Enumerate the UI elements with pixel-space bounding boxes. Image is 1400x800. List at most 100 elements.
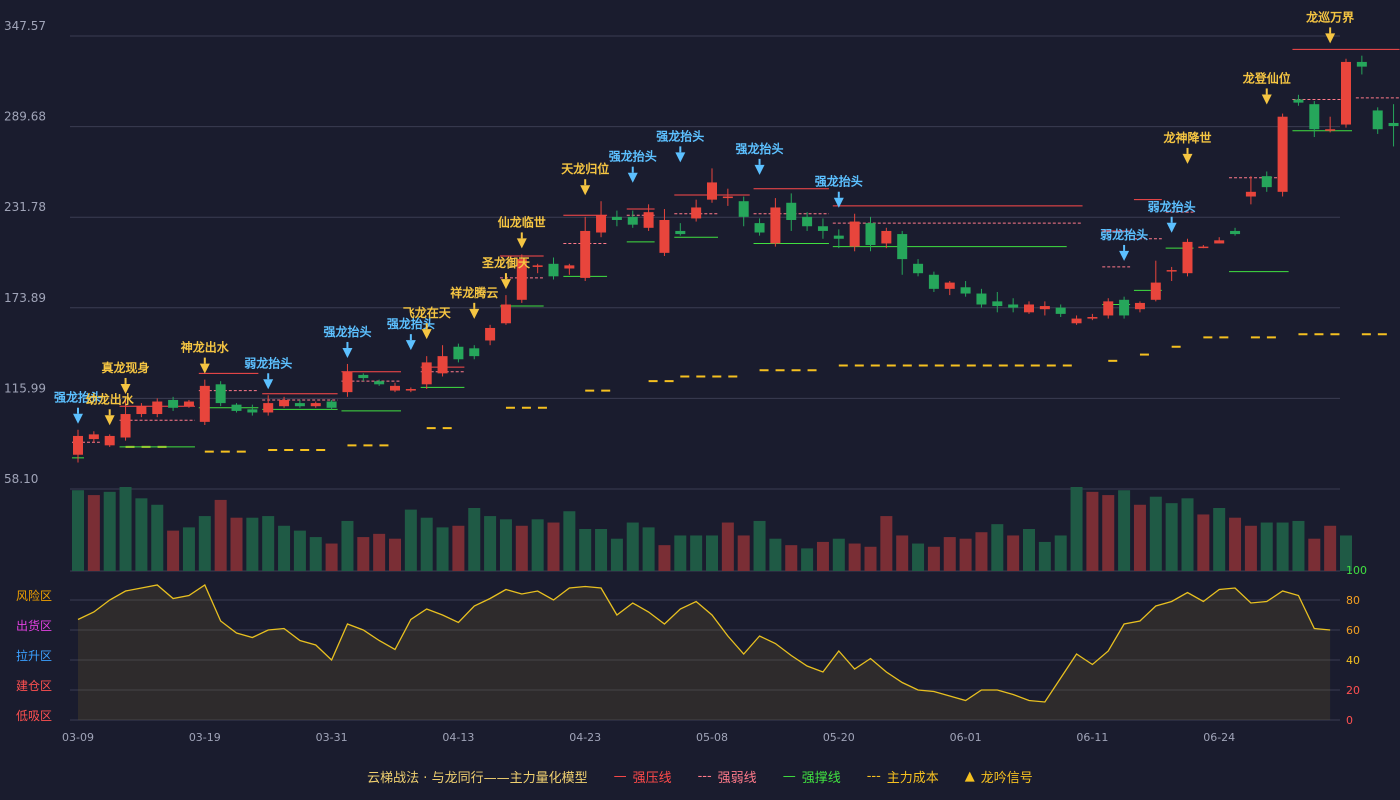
volume-bar	[610, 538, 623, 571]
volume-bar	[1244, 525, 1257, 571]
volume-bar	[1070, 487, 1083, 571]
candle-body	[1198, 246, 1209, 249]
candle-body	[1214, 240, 1225, 244]
signal-arrow-icon	[1119, 250, 1130, 261]
volume-bar	[1324, 525, 1337, 571]
legend-label-pressure: 强压线	[632, 770, 672, 786]
legend-item-signal: ▲ 龙吟信号	[965, 767, 1033, 786]
volume-bar	[135, 498, 148, 571]
volume-bar	[1308, 538, 1321, 571]
candle-body	[1309, 104, 1320, 130]
oscillator-zone-label: 出货区	[16, 618, 52, 633]
volume-bar	[1102, 495, 1115, 571]
candle-body	[1293, 99, 1304, 103]
legend-item-weak: --- 强弱线	[698, 767, 757, 786]
price-tick-label: 289.68	[4, 110, 46, 124]
oscillator-tick-label: 40	[1346, 654, 1360, 667]
signal-arrow-icon	[421, 329, 432, 340]
candle-body	[1245, 191, 1256, 197]
volume-bar	[262, 516, 275, 571]
candle-body	[1087, 317, 1098, 319]
signal-arrow-icon	[754, 164, 765, 175]
candle-body	[722, 196, 733, 199]
price-tick-label: 115.99	[4, 381, 46, 395]
volume-bar	[167, 530, 180, 571]
candle-body	[358, 374, 369, 379]
candle-body	[263, 403, 274, 413]
volume-bar	[103, 491, 116, 571]
signal-arrow-icon	[675, 152, 686, 163]
candle-body	[294, 403, 305, 407]
legend-label-weak: 强弱线	[717, 770, 757, 786]
volume-bar	[436, 527, 449, 571]
candle-body	[1166, 270, 1177, 272]
candle-body	[976, 293, 987, 305]
volume-bar	[389, 538, 401, 571]
signal-label: 天龙归位	[561, 161, 609, 176]
candle-body	[88, 434, 99, 440]
candle-body	[849, 221, 860, 247]
candle-body	[1039, 306, 1050, 310]
signal-label: 圣龙御天	[481, 255, 531, 270]
legend-symbol-cost: ---	[866, 768, 881, 784]
candle-body	[833, 235, 844, 239]
signal-arrow-icon	[104, 415, 115, 426]
volume-bar	[484, 516, 497, 571]
volume-bar	[1086, 491, 1099, 571]
signal-arrow-icon	[342, 347, 353, 358]
candle-body	[500, 304, 511, 324]
volume-bar	[214, 499, 227, 571]
price-tick-label: 347.57	[4, 19, 46, 33]
x-tick-label: 04-13	[442, 731, 474, 744]
candle-body	[913, 263, 924, 274]
signal-label: 强龙抬头	[656, 128, 704, 143]
volume-bar	[515, 525, 528, 571]
candle-body	[310, 403, 321, 407]
volume-bar	[880, 516, 893, 571]
volume-bar	[595, 529, 608, 571]
volume-bar	[1229, 517, 1242, 571]
oscillator-tick-label: 20	[1346, 684, 1360, 697]
candle-body	[199, 385, 210, 422]
candle-body	[231, 404, 242, 411]
candle-body	[1071, 318, 1082, 324]
candle-body	[1388, 122, 1399, 127]
volume-bar	[1149, 496, 1162, 571]
signal-label: 强龙抬头	[323, 324, 371, 339]
signal-label: 强龙抬头	[609, 149, 657, 164]
signal-label: 祥龙腾云	[450, 285, 498, 300]
candle-body	[1372, 110, 1383, 130]
candle-body	[437, 356, 448, 374]
candle-body	[485, 327, 496, 341]
candle-body	[1325, 129, 1336, 131]
signal-arrow-icon	[1166, 222, 1177, 233]
volume-bar	[721, 522, 734, 571]
candle-body	[1103, 301, 1114, 316]
candle-body	[754, 223, 765, 233]
signal-arrow-icon	[263, 379, 274, 390]
signal-arrow-icon	[516, 238, 527, 249]
candle-body	[707, 182, 717, 200]
candle-body	[453, 346, 464, 360]
volume-bar	[642, 527, 655, 571]
x-tick-label: 06-24	[1203, 731, 1235, 744]
candle-body	[73, 435, 83, 455]
candle-body	[532, 265, 543, 267]
candle-body	[247, 409, 258, 413]
volume-bar	[1133, 504, 1146, 571]
candle-body	[691, 207, 702, 219]
candle-body	[120, 414, 131, 438]
volume-bar	[912, 543, 925, 571]
signal-arrow-icon	[199, 363, 210, 374]
volume-bar	[341, 520, 354, 571]
signal-arrow-icon	[73, 413, 83, 424]
volume-bar	[1260, 522, 1273, 571]
signal-label: 真龙现身	[102, 360, 150, 375]
volume-bar	[420, 517, 433, 571]
volume-bar	[1054, 535, 1067, 571]
candle-body	[944, 282, 955, 289]
x-tick-label: 05-08	[696, 731, 728, 744]
signal-label: 强龙抬头	[736, 141, 784, 156]
volume-bar	[991, 524, 1004, 571]
candle-body	[1341, 61, 1351, 125]
